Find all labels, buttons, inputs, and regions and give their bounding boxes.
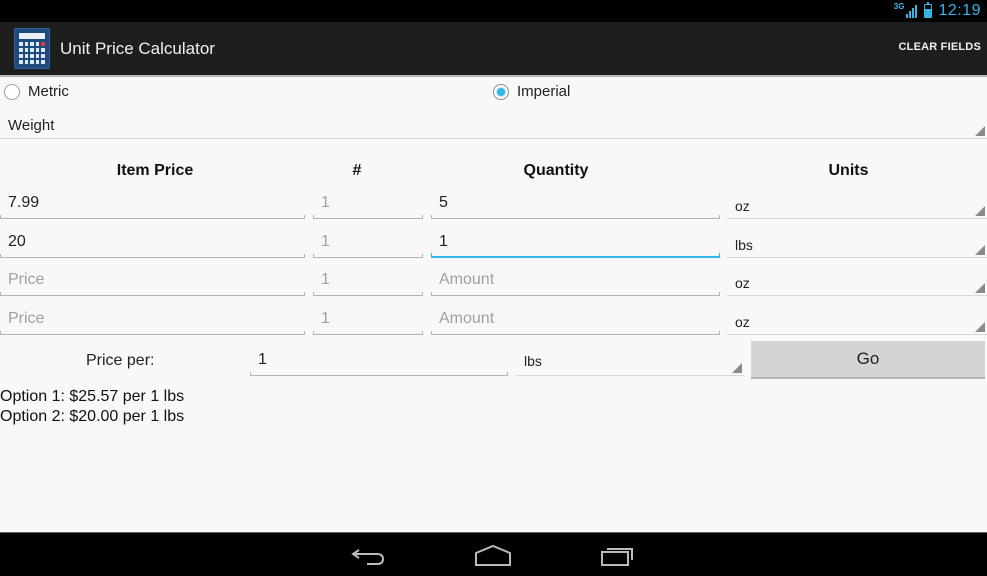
field-value: 1	[321, 310, 330, 327]
network-type-label: 3G	[893, 1, 905, 11]
dropdown-arrow-icon	[975, 322, 985, 332]
field-value: 20	[8, 233, 26, 250]
item-price-field[interactable]: Price	[0, 266, 305, 296]
status-icons: 3G 12:19	[894, 0, 981, 22]
header-item-price: Item Price	[116, 162, 194, 179]
status-bar: 3G 12:19	[0, 0, 987, 22]
dropdown-arrow-icon	[975, 126, 985, 136]
field-value: Amount	[439, 310, 495, 327]
field-value: Price	[8, 310, 45, 327]
spinner-value: oz	[735, 198, 750, 214]
signal-icon	[906, 4, 918, 18]
field-value: 1	[321, 233, 330, 250]
header-units: Units	[828, 162, 869, 179]
item-price-field[interactable]: 20	[0, 228, 305, 258]
count-field[interactable]: 1	[313, 305, 423, 335]
unit-spinner[interactable]: lbs	[727, 230, 987, 258]
spinner-value: lbs	[524, 353, 542, 369]
radio-label: Metric	[28, 83, 69, 100]
unit-spinner[interactable]: oz	[727, 268, 987, 296]
radio-imperial[interactable]: Imperial	[493, 83, 570, 100]
radio-metric[interactable]: Metric	[4, 83, 69, 100]
price-per-unit-spinner[interactable]: lbs	[516, 346, 744, 376]
dropdown-arrow-icon	[975, 283, 985, 293]
field-value: Amount	[439, 271, 495, 288]
spinner-value: lbs	[735, 237, 753, 253]
field-value: 7.99	[8, 194, 40, 211]
recent-apps-icon[interactable]	[598, 541, 638, 569]
field-value: 1	[321, 271, 330, 288]
result-option-1: Option 1: $25.57 per 1 lbs	[0, 388, 185, 405]
field-value: 1	[258, 351, 267, 368]
battery-icon	[924, 2, 933, 18]
count-field[interactable]: 1	[313, 266, 423, 296]
quantity-field[interactable]: 5	[431, 189, 720, 219]
header-quantity: Quantity	[523, 162, 589, 179]
spinner-value: oz	[735, 275, 750, 291]
count-field[interactable]: 1	[313, 228, 423, 258]
field-value: 1	[321, 194, 330, 211]
radio-label: Imperial	[517, 83, 571, 100]
price-per-label: Price per:	[86, 352, 155, 369]
back-icon[interactable]	[349, 541, 389, 569]
go-button[interactable]: Go	[751, 341, 985, 379]
calculator-icon	[14, 28, 50, 69]
field-value: 1	[439, 233, 448, 250]
dropdown-arrow-icon	[732, 363, 742, 373]
item-price-field[interactable]: Price	[0, 305, 305, 335]
spinner-value: Weight	[8, 117, 55, 134]
radio-button-unchecked-icon	[4, 83, 20, 100]
measure-type-spinner[interactable]: Weight	[0, 107, 987, 139]
item-price-field[interactable]: 7.99	[0, 189, 305, 219]
field-value: 5	[439, 194, 448, 211]
unit-spinner[interactable]: oz	[727, 191, 987, 219]
header-count: #	[352, 162, 362, 179]
field-value: Price	[8, 271, 45, 288]
content-area: Metric Imperial Weight Item Price # Quan…	[0, 77, 987, 532]
radio-button-checked-icon	[493, 83, 509, 100]
clear-fields-button[interactable]: CLEAR FIELDS	[899, 41, 981, 53]
quantity-field[interactable]: Amount	[431, 266, 720, 296]
price-per-amount-field[interactable]: 1	[250, 346, 508, 376]
quantity-field[interactable]: Amount	[431, 305, 720, 335]
result-option-2: Option 2: $20.00 per 1 lbs	[0, 408, 185, 425]
quantity-field[interactable]: 1	[431, 228, 720, 258]
spinner-value: oz	[735, 314, 750, 330]
app-title: Unit Price Calculator	[60, 39, 215, 58]
dropdown-arrow-icon	[975, 245, 985, 255]
navigation-bar	[0, 532, 987, 576]
clock: 12:19	[938, 2, 981, 19]
count-field[interactable]: 1	[313, 189, 423, 219]
home-icon[interactable]	[473, 541, 513, 569]
unit-spinner[interactable]: oz	[727, 307, 987, 335]
action-bar: Unit Price Calculator CLEAR FIELDS	[0, 22, 987, 77]
dropdown-arrow-icon	[975, 206, 985, 216]
